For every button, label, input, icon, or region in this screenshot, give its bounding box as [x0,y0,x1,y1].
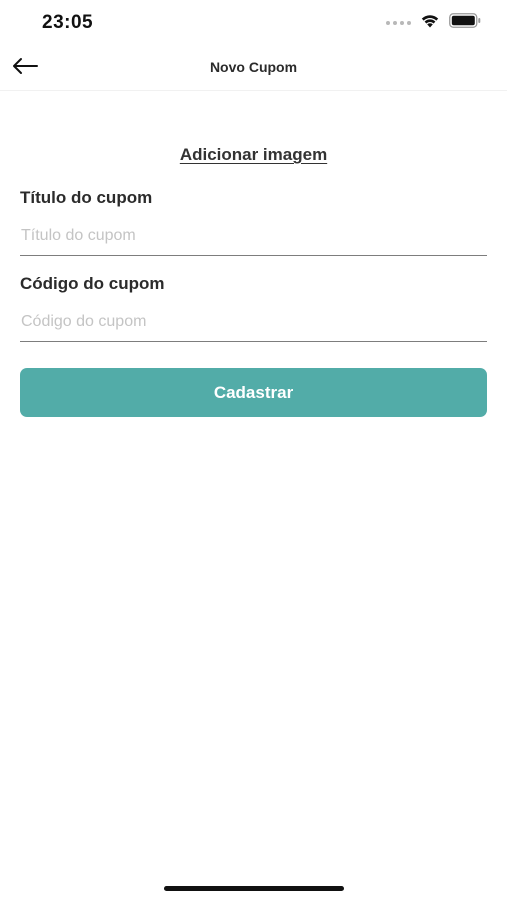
status-bar: 23:05 [0,0,507,46]
coupon-title-field: Título do cupom [20,188,487,256]
coupon-title-label: Título do cupom [20,188,153,207]
coupon-code-input[interactable] [20,302,487,342]
status-icons [386,13,481,33]
register-button[interactable]: Cadastrar [20,368,487,417]
coupon-code-label: Código do cupom [20,274,165,293]
add-image-link[interactable]: Adicionar imagem [0,145,507,165]
status-time: 23:05 [42,12,94,33]
home-indicator[interactable] [164,886,344,891]
battery-icon [449,13,481,33]
screen: 23:05 Novo Cupom Adicionar imagem Título… [0,0,507,900]
coupon-code-field: Código do cupom [20,274,487,342]
nav-bar: Novo Cupom [0,46,507,91]
wifi-icon [420,13,440,33]
signal-icon [386,21,411,25]
coupon-title-input[interactable] [20,216,487,256]
page-title: Novo Cupom [209,59,298,75]
